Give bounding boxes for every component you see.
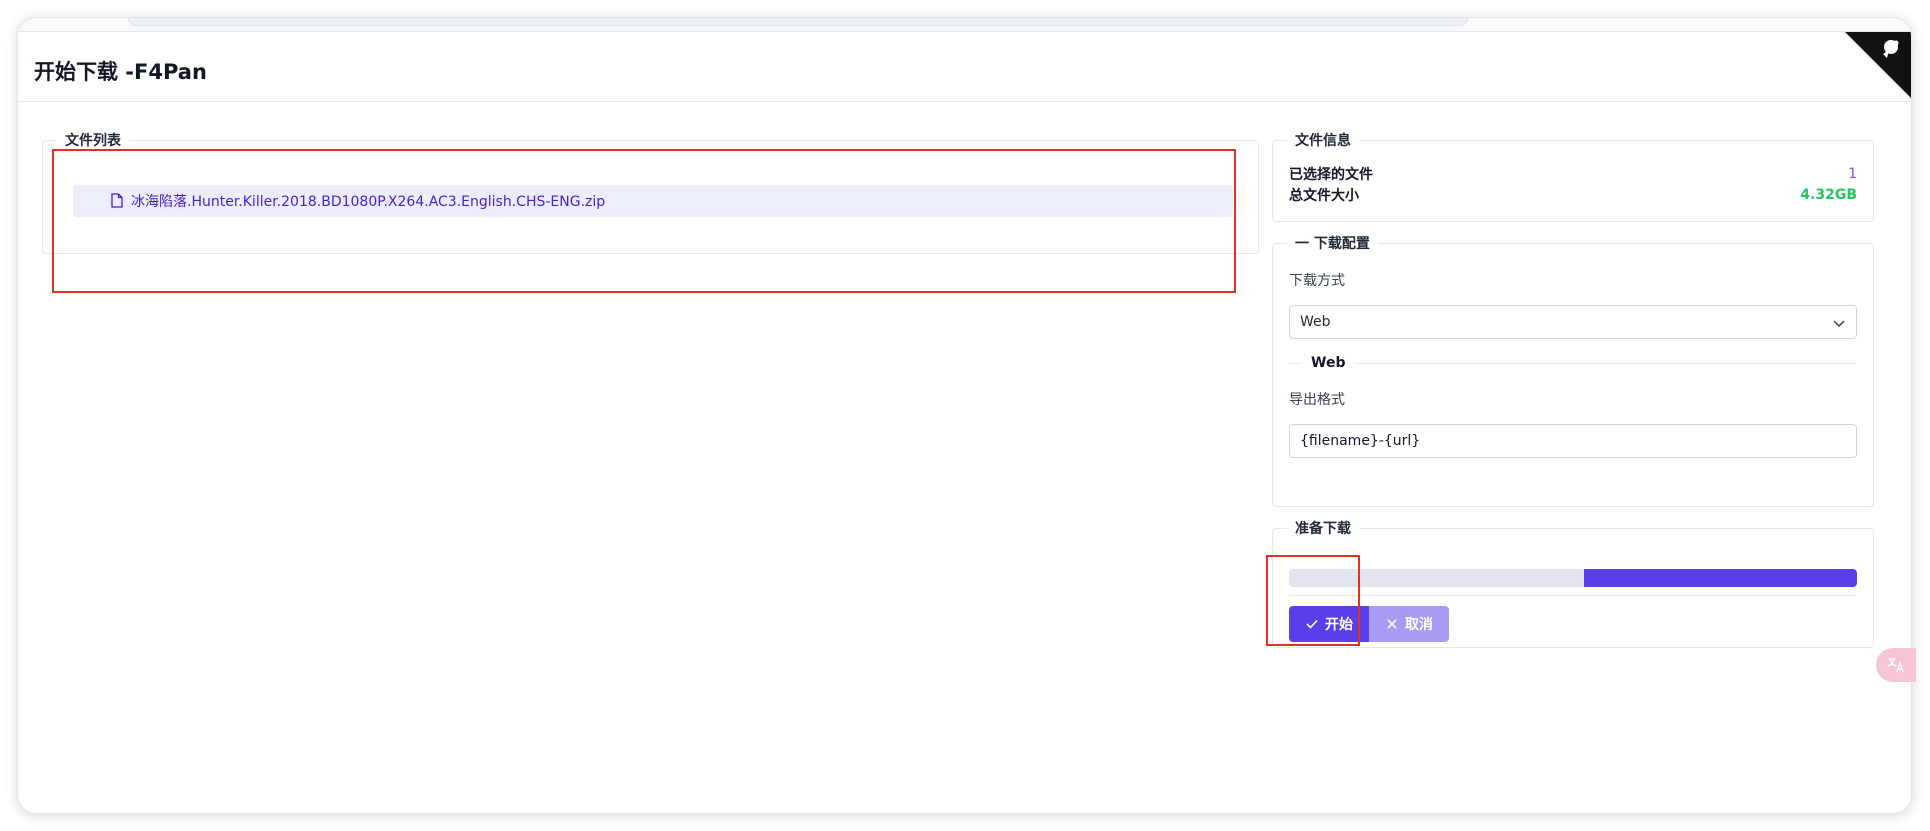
- start-button[interactable]: 开始: [1289, 606, 1369, 642]
- download-progress-fill: [1584, 569, 1857, 587]
- start-button-label: 开始: [1325, 617, 1353, 633]
- browser-strip: [18, 18, 1911, 32]
- cancel-button[interactable]: 取消: [1369, 606, 1449, 642]
- check-icon: [1306, 619, 1318, 629]
- divider-line-right: [1355, 362, 1857, 364]
- file-list-legend: 文件列表: [65, 133, 121, 149]
- close-icon: [1387, 619, 1397, 629]
- translate-icon: [1887, 658, 1904, 673]
- selected-files-row: 已选择的文件 1: [1289, 164, 1857, 184]
- file-info-legend: 文件信息: [1295, 133, 1351, 149]
- github-corner[interactable]: [1845, 32, 1911, 98]
- chevron-down-icon: [1833, 320, 1845, 328]
- cancel-button-label: 取消: [1405, 617, 1433, 633]
- download-method-value: Web: [1300, 314, 1331, 330]
- selected-files-label: 已选择的文件: [1289, 167, 1373, 183]
- prepare-download-legend: 准备下载: [1295, 521, 1351, 537]
- address-bar[interactable]: [128, 18, 1468, 26]
- file-list-item[interactable]: 冰海陷落.Hunter.Killer.2018.BD1080P.X264.AC3…: [73, 185, 1233, 217]
- octocat-icon: [1883, 40, 1899, 58]
- export-format-input[interactable]: {filename}-{url}: [1289, 424, 1857, 458]
- download-dialog: 开始下载 -F4Pan 文件列表 冰海陷落.Hunter.Killer.2018…: [18, 18, 1911, 813]
- export-format-value: {filename}-{url}: [1300, 433, 1421, 449]
- prepare-separator: [1289, 595, 1857, 596]
- download-progress-bar: [1289, 569, 1857, 587]
- export-format-label: 导出格式: [1289, 392, 1345, 408]
- web-section-divider: Web: [1289, 353, 1857, 373]
- dialog-title: 开始下载 -F4Pan: [34, 60, 207, 84]
- translate-button[interactable]: [1876, 648, 1916, 682]
- download-method-select[interactable]: Web: [1289, 305, 1857, 339]
- dialog-header: 开始下载 -F4Pan: [18, 32, 1911, 102]
- file-info-panel: 文件信息 已选择的文件 1 总文件大小 4.32GB: [1272, 130, 1874, 222]
- total-size-value: 4.32GB: [1800, 187, 1857, 203]
- prepare-download-panel: 准备下载 开始 取消: [1272, 518, 1874, 648]
- total-size-row: 总文件大小 4.32GB: [1289, 185, 1857, 205]
- download-config-legend: 一 下载配置: [1295, 236, 1370, 252]
- download-config-panel: 一 下载配置 下载方式 Web Web 导出格式 {filename}-{url…: [1272, 233, 1874, 507]
- file-name: 冰海陷落.Hunter.Killer.2018.BD1080P.X264.AC3…: [131, 194, 606, 210]
- file-icon: [111, 193, 123, 208]
- file-list-panel: 文件列表 冰海陷落.Hunter.Killer.2018.BD1080P.X26…: [42, 130, 1259, 254]
- web-section-title: Web: [1311, 355, 1346, 371]
- divider-line-left: [1289, 362, 1301, 364]
- download-method-label: 下载方式: [1289, 273, 1345, 289]
- selected-files-value: 1: [1848, 166, 1857, 182]
- total-size-label: 总文件大小: [1289, 188, 1359, 204]
